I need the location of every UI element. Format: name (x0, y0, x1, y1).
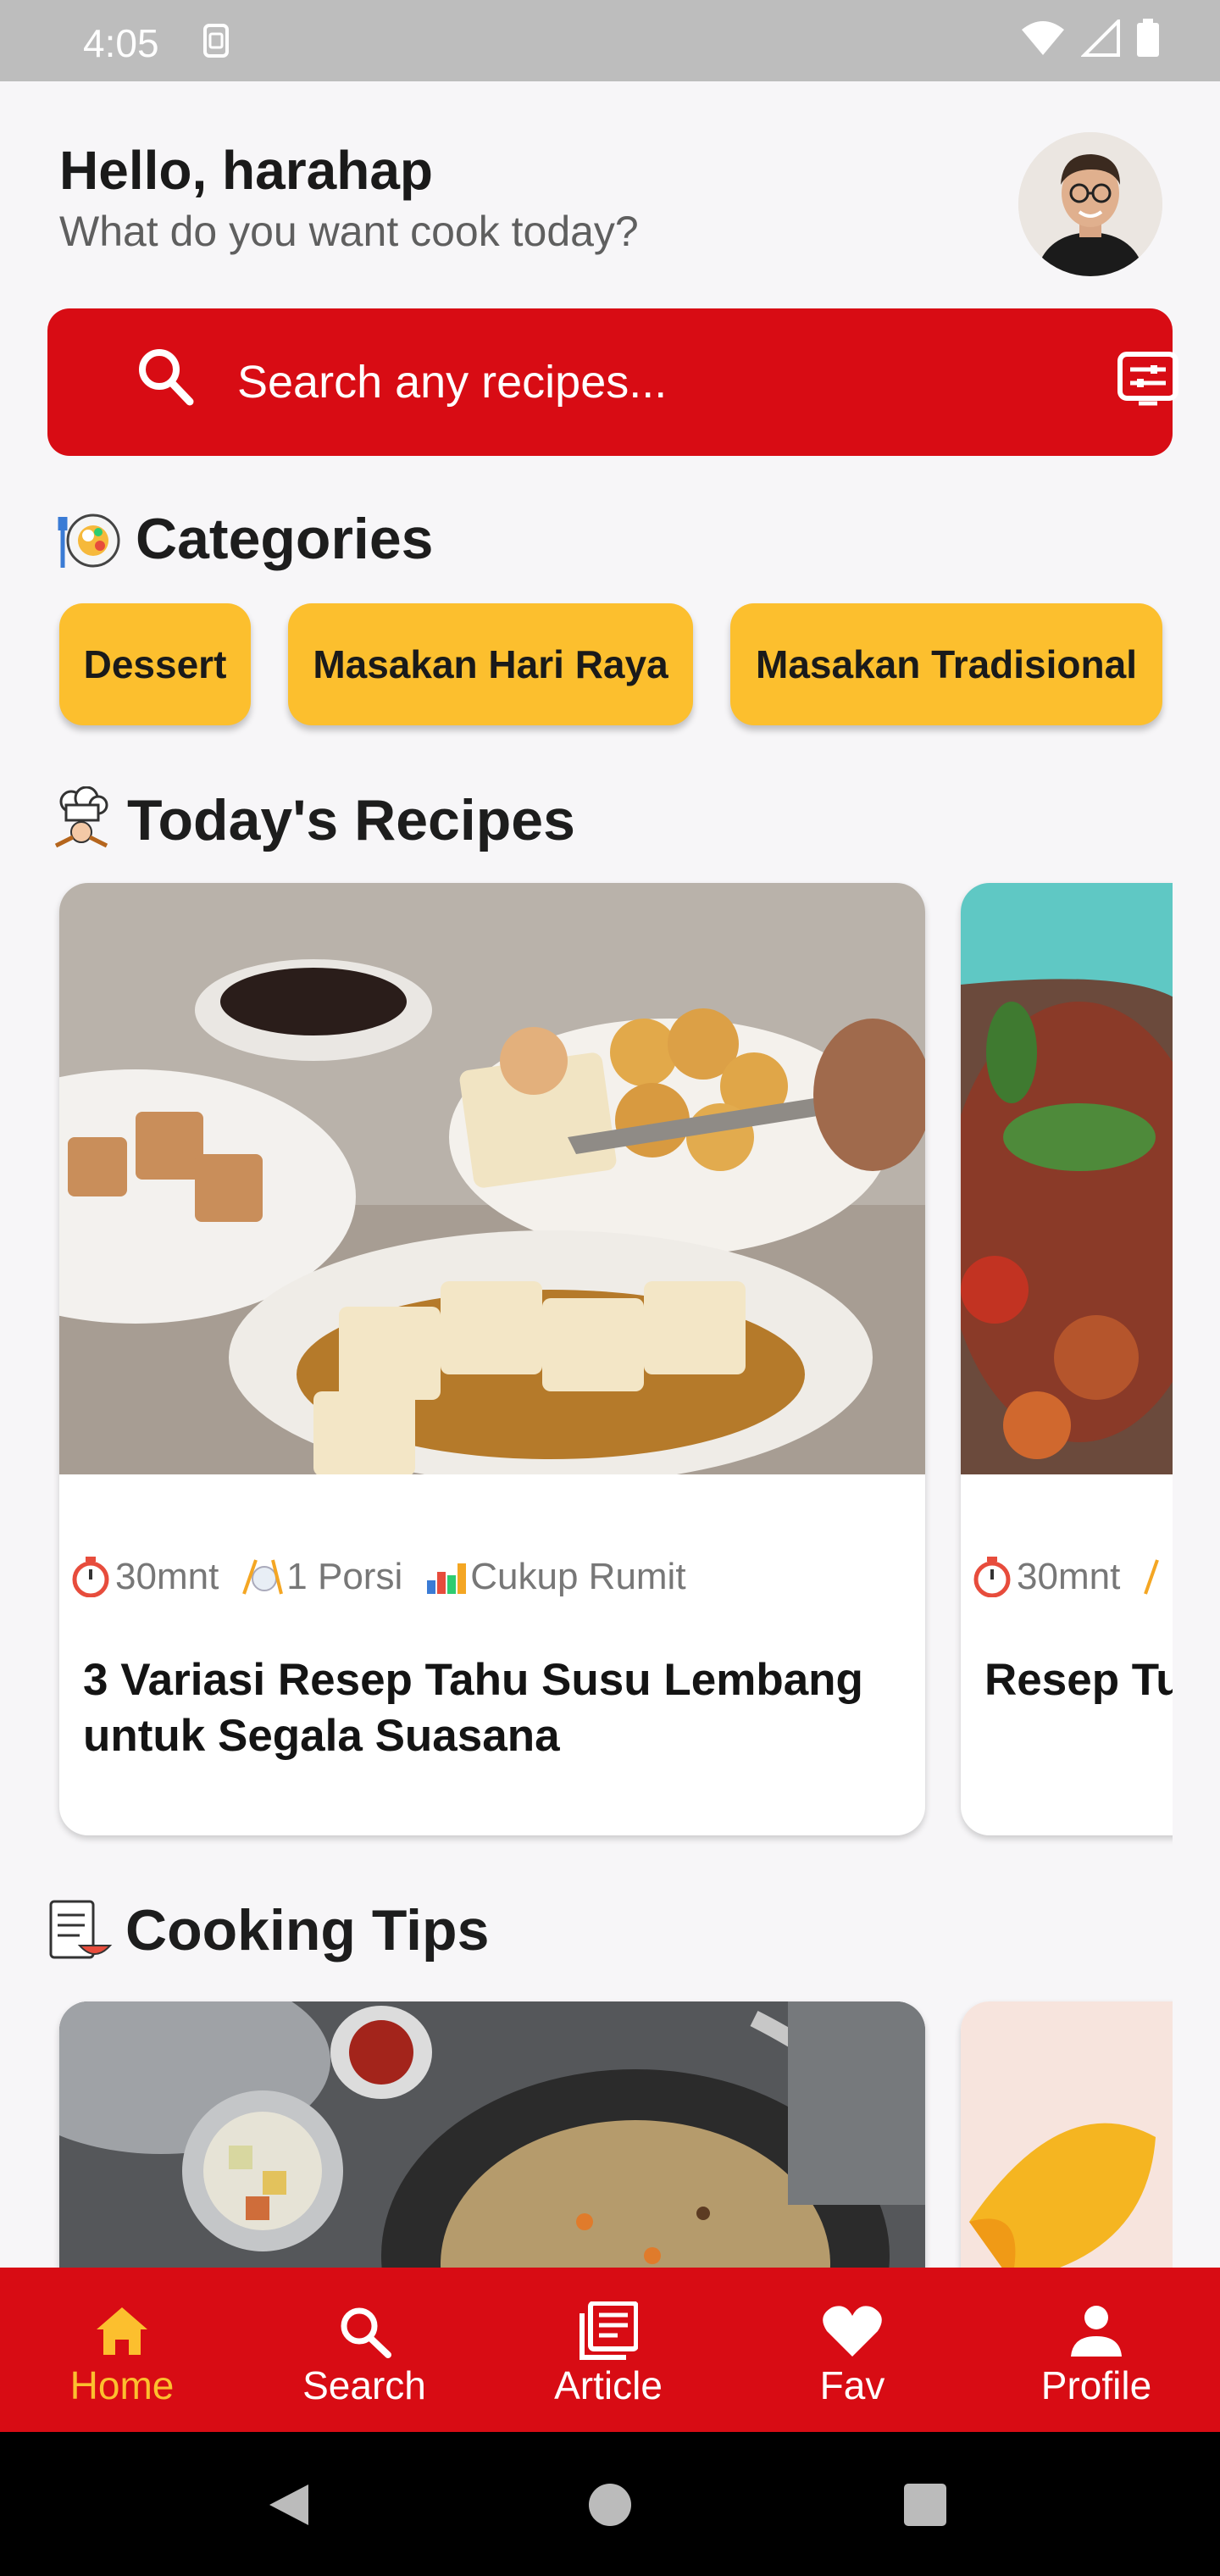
tip-photo (961, 2001, 1173, 2268)
recipe-time: 30mnt (1017, 1556, 1121, 1597)
search-placeholder: Search any recipes... (237, 357, 668, 408)
category-chip-hari-raya[interactable]: Masakan Hari Raya (288, 603, 693, 725)
cooking-tips-title: Cooking Tips (125, 1898, 490, 1963)
recipe-title: Resep Tu... Simpel d... (984, 1655, 1173, 1705)
nav-home-label: Home (69, 2363, 175, 2407)
recipes-carousel[interactable]: 30mnt 1 Porsi Cukup Rumit 3 Variasi Rese… (51, 873, 1173, 1856)
nav-search[interactable]: Search (280, 2300, 449, 2408)
tip-card[interactable] (59, 2001, 925, 2268)
nav-article-label: Article (554, 2363, 663, 2407)
recipe-photo (961, 883, 1173, 1474)
back-icon[interactable] (264, 2481, 312, 2533)
system-navigation-bar (0, 2432, 1220, 2576)
timer-icon (971, 1556, 1013, 1598)
greeting-subtitle: What do you want cook today? (59, 208, 639, 255)
status-time: 4:05 (83, 21, 159, 65)
bar-chart-icon (424, 1556, 467, 1598)
categories-title: Categories (136, 507, 434, 571)
status-bar: 4:05 (0, 0, 1220, 81)
avatar[interactable] (1018, 132, 1162, 276)
nav-search-label: Search (302, 2363, 426, 2407)
greeting-title: Hello, harahap (59, 140, 433, 201)
categories-header: Categories (56, 505, 433, 573)
recipe-card[interactable]: 30mnt 1 Porsi Cukup Rumit 3 Variasi Rese… (59, 883, 925, 1835)
tip-photo (59, 2001, 925, 2268)
heart-icon (822, 2300, 883, 2362)
recipe-meta: 30mnt (971, 1556, 1173, 1598)
tips-carousel[interactable] (51, 1993, 1173, 2268)
category-chip-tradisional[interactable]: Masakan Tradisional (730, 603, 1162, 725)
recipe-portion: 1 Porsi (286, 1556, 403, 1597)
nav-fav[interactable]: Fav (768, 2300, 937, 2408)
filter-icon[interactable] (1117, 351, 1179, 414)
article-icon (579, 2300, 638, 2362)
recipe-card[interactable]: 30mnt Resep Tu... Simpel d... (961, 883, 1173, 1835)
recipe-title: 3 Variasi Resep Tahu Susu Lembang untuk … (83, 1655, 863, 1761)
recipe-time: 30mnt (115, 1556, 219, 1597)
nav-fav-label: Fav (819, 2363, 885, 2407)
recipe-photo (59, 883, 925, 1485)
search-icon (337, 2300, 391, 2362)
nav-profile-label: Profile (1040, 2363, 1152, 2407)
recents-icon[interactable] (903, 2483, 947, 2531)
bottom-navigation: Home Search Article Fav Profile (0, 2268, 1220, 2432)
nav-profile[interactable]: Profile (1012, 2300, 1181, 2408)
todays-recipes-header: Today's Recipes (47, 786, 575, 854)
battery-icon (1135, 19, 1161, 62)
signal-icon (1080, 17, 1120, 61)
timer-icon (69, 1556, 112, 1598)
search-bar[interactable]: Search any recipes... (47, 308, 1178, 456)
todays-recipes-title: Today's Recipes (127, 788, 575, 852)
sim-icon (202, 22, 230, 64)
chef-hat-icon (47, 786, 115, 854)
food-plate-icon (56, 505, 124, 573)
recipe-notebook-icon (46, 1896, 114, 1964)
greeting-block: Hello, harahap What do you want cook tod… (59, 139, 639, 256)
home-circle-icon[interactable] (588, 2483, 632, 2531)
tip-card[interactable] (961, 2001, 1173, 2268)
search-icon (136, 346, 195, 413)
cooking-tips-header: Cooking Tips (46, 1896, 489, 1964)
fork-knife-icon (241, 1556, 284, 1598)
person-icon (1069, 2300, 1123, 2362)
wifi-icon (1020, 19, 1066, 61)
home-icon (95, 2300, 149, 2362)
nav-home[interactable]: Home (37, 2300, 207, 2408)
recipe-difficulty: Cukup Rumit (470, 1556, 686, 1597)
fork-knife-icon (1142, 1556, 1173, 1598)
category-chip-dessert[interactable]: Dessert (59, 603, 251, 725)
recipe-meta: 30mnt 1 Porsi Cukup Rumit (69, 1556, 686, 1598)
nav-article[interactable]: Article (524, 2300, 693, 2408)
